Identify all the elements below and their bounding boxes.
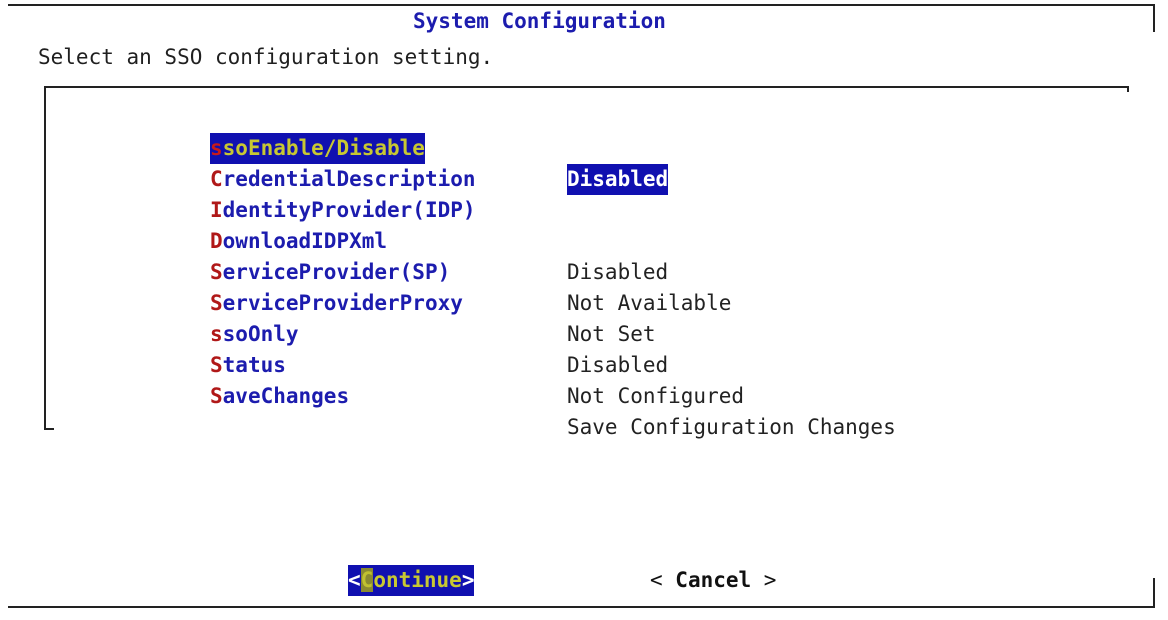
menu-box-right-border-top (1127, 86, 1129, 92)
button-label: ontinue (373, 568, 462, 592)
menu-item-status[interactable]: Status Not Configured (0, 319, 1168, 408)
menu-item-sso-enable-disable[interactable]: ssoEnable/Disable Disabled (0, 102, 1168, 195)
dialog-right-border-bottom (1153, 578, 1155, 608)
cancel-button[interactable]: < Cancel > (650, 565, 776, 596)
menu-item-value: Not Configured (567, 384, 745, 408)
menu-item-service-provider[interactable]: ServiceProvider(SP) Not Available (0, 226, 1168, 315)
menu-box-top-border (44, 86, 1128, 88)
dialog-prompt: Select an SSO configuration setting. (38, 45, 494, 69)
continue-button[interactable]: <Continue> (348, 565, 475, 596)
button-hotkey: C (360, 568, 374, 592)
menu-item-download-idp-xml[interactable]: DownloadIDPXml Disabled (0, 195, 1168, 284)
button-open-bracket: < (650, 568, 676, 592)
menu-item-sso-only[interactable]: ssoOnly Disabled (0, 288, 1168, 377)
button-close-bracket: > (461, 568, 475, 592)
menu-item-tag[interactable]: SaveChanges (210, 381, 349, 412)
menu-item-identity-provider[interactable]: IdentityProvider(IDP) (0, 164, 1168, 222)
dialog-right-border-top (1153, 4, 1155, 32)
menu-item-service-provider-proxy[interactable]: ServiceProviderProxy Not Set (0, 257, 1168, 346)
button-open-bracket: < (348, 568, 361, 592)
dialog-title: System Configuration (413, 9, 666, 33)
terminal-screen: System Configuration Select an SSO confi… (0, 0, 1168, 620)
menu-item-credential-description[interactable]: CredentialDescription (0, 133, 1168, 191)
button-label: Cancel (675, 568, 752, 592)
dialog-bottom-border (8, 606, 1154, 608)
tag-label: aveChanges (222, 384, 350, 408)
menu-item-value: Save Configuration Changes (567, 415, 896, 439)
menu-item-save-changes[interactable]: SaveChanges Save Configuration Changes (0, 350, 1168, 439)
button-close-bracket: > (751, 568, 777, 592)
hotkey-letter: S (210, 384, 223, 408)
